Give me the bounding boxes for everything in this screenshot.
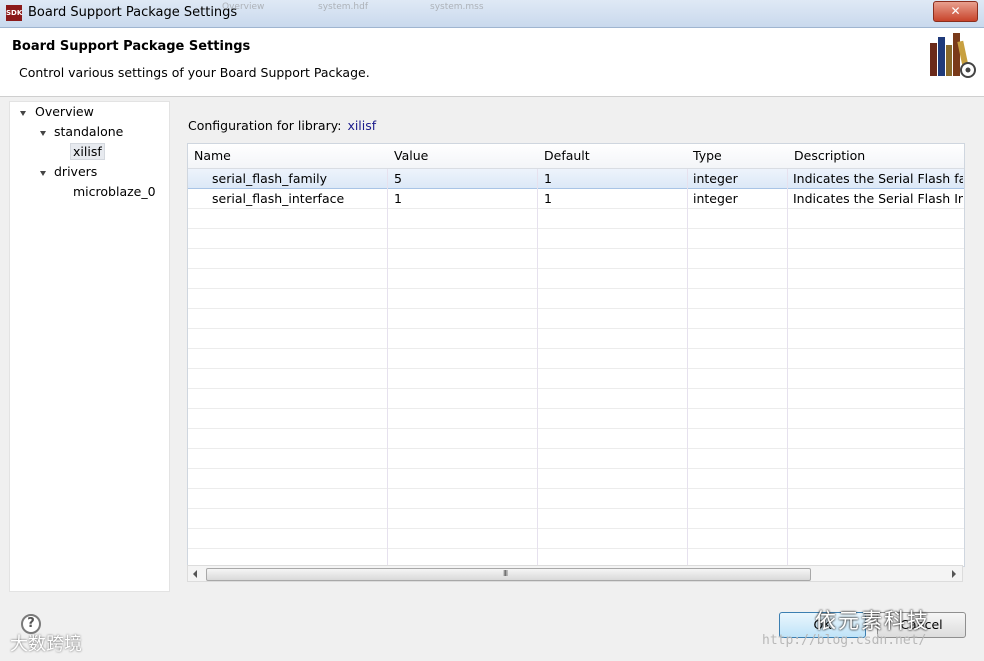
close-button[interactable]: ✕ [933, 1, 978, 22]
column-header-name[interactable]: Name [194, 148, 231, 163]
tree-item-microblaze[interactable]: microblaze_0 [73, 184, 156, 199]
config-pane: Configuration for library: xilisf serial_… [169, 101, 976, 590]
cell-name: serial_flash_interface [212, 191, 345, 206]
table-header: Name Value Default Type Description [188, 144, 964, 169]
corner-watermark: 大数跨境 [10, 634, 82, 655]
brand-watermark: 依元素科技 [815, 609, 930, 633]
expand-triangle-icon[interactable] [40, 171, 46, 176]
tree-item-xilisf[interactable]: xilisf [70, 143, 105, 160]
cell-name: serial_flash_family [212, 171, 327, 186]
tree-item-overview[interactable]: Overview [35, 104, 94, 119]
dialog-title: Board Support Package Settings [12, 39, 251, 54]
cell-type: integer [693, 171, 738, 186]
column-header-description[interactable]: Description [794, 148, 865, 163]
dialog-description: Control various settings of your Board S… [19, 65, 370, 80]
column-header-value[interactable]: Value [394, 148, 428, 163]
tree-item-drivers[interactable]: drivers [54, 164, 97, 179]
background-tab: system.mss [430, 2, 484, 12]
expand-triangle-icon[interactable] [20, 111, 26, 116]
cell-default: 1 [544, 171, 552, 186]
bsp-tree-pane: Overview standalone xilisf drivers micro… [9, 101, 170, 592]
column-header-type[interactable]: Type [693, 148, 722, 163]
scroll-left-arrow-icon[interactable] [193, 570, 197, 578]
url-watermark: http://blog.csdn.net/ [762, 633, 927, 648]
cell-value[interactable]: 1 [394, 191, 402, 206]
scrollbar-thumb[interactable]: III [206, 568, 811, 581]
tree-item-standalone[interactable]: standalone [54, 124, 123, 139]
background-tab: system.hdf [318, 2, 368, 12]
column-header-default[interactable]: Default [544, 148, 590, 163]
window-title: Board Support Package Settings [28, 5, 238, 20]
cell-type: integer [693, 191, 738, 206]
cell-value[interactable]: 5 [394, 171, 402, 186]
scroll-right-arrow-icon[interactable] [952, 570, 956, 578]
dialog-header: Board Support Package Settings Control v… [0, 28, 984, 97]
background-tab: Overview [222, 2, 265, 12]
window-titlebar: SDK Board Support Package Settings Overv… [0, 0, 984, 28]
sdk-app-icon: SDK [6, 5, 22, 21]
horizontal-scrollbar[interactable]: III [187, 565, 963, 582]
cell-description: Indicates the Serial Flash Interface [793, 191, 963, 206]
expand-triangle-icon[interactable] [40, 131, 46, 136]
table-row[interactable]: serial_flash_family 5 1 integer Indicate… [188, 167, 964, 189]
scrollbar-grip: III [503, 569, 508, 578]
config-library-name: xilisf [347, 118, 377, 133]
table-row[interactable]: serial_flash_interface 1 1 integer Indic… [188, 188, 964, 208]
cell-description: Indicates the Serial Flash family [793, 171, 963, 186]
config-library-line: Configuration for library: xilisf [188, 118, 376, 133]
config-label: Configuration for library: [188, 118, 342, 133]
cell-default: 1 [544, 191, 552, 206]
bsp-books-gear-icon [930, 33, 976, 78]
config-table: serial_flash_family 5 1 integer Indicate… [187, 143, 965, 567]
